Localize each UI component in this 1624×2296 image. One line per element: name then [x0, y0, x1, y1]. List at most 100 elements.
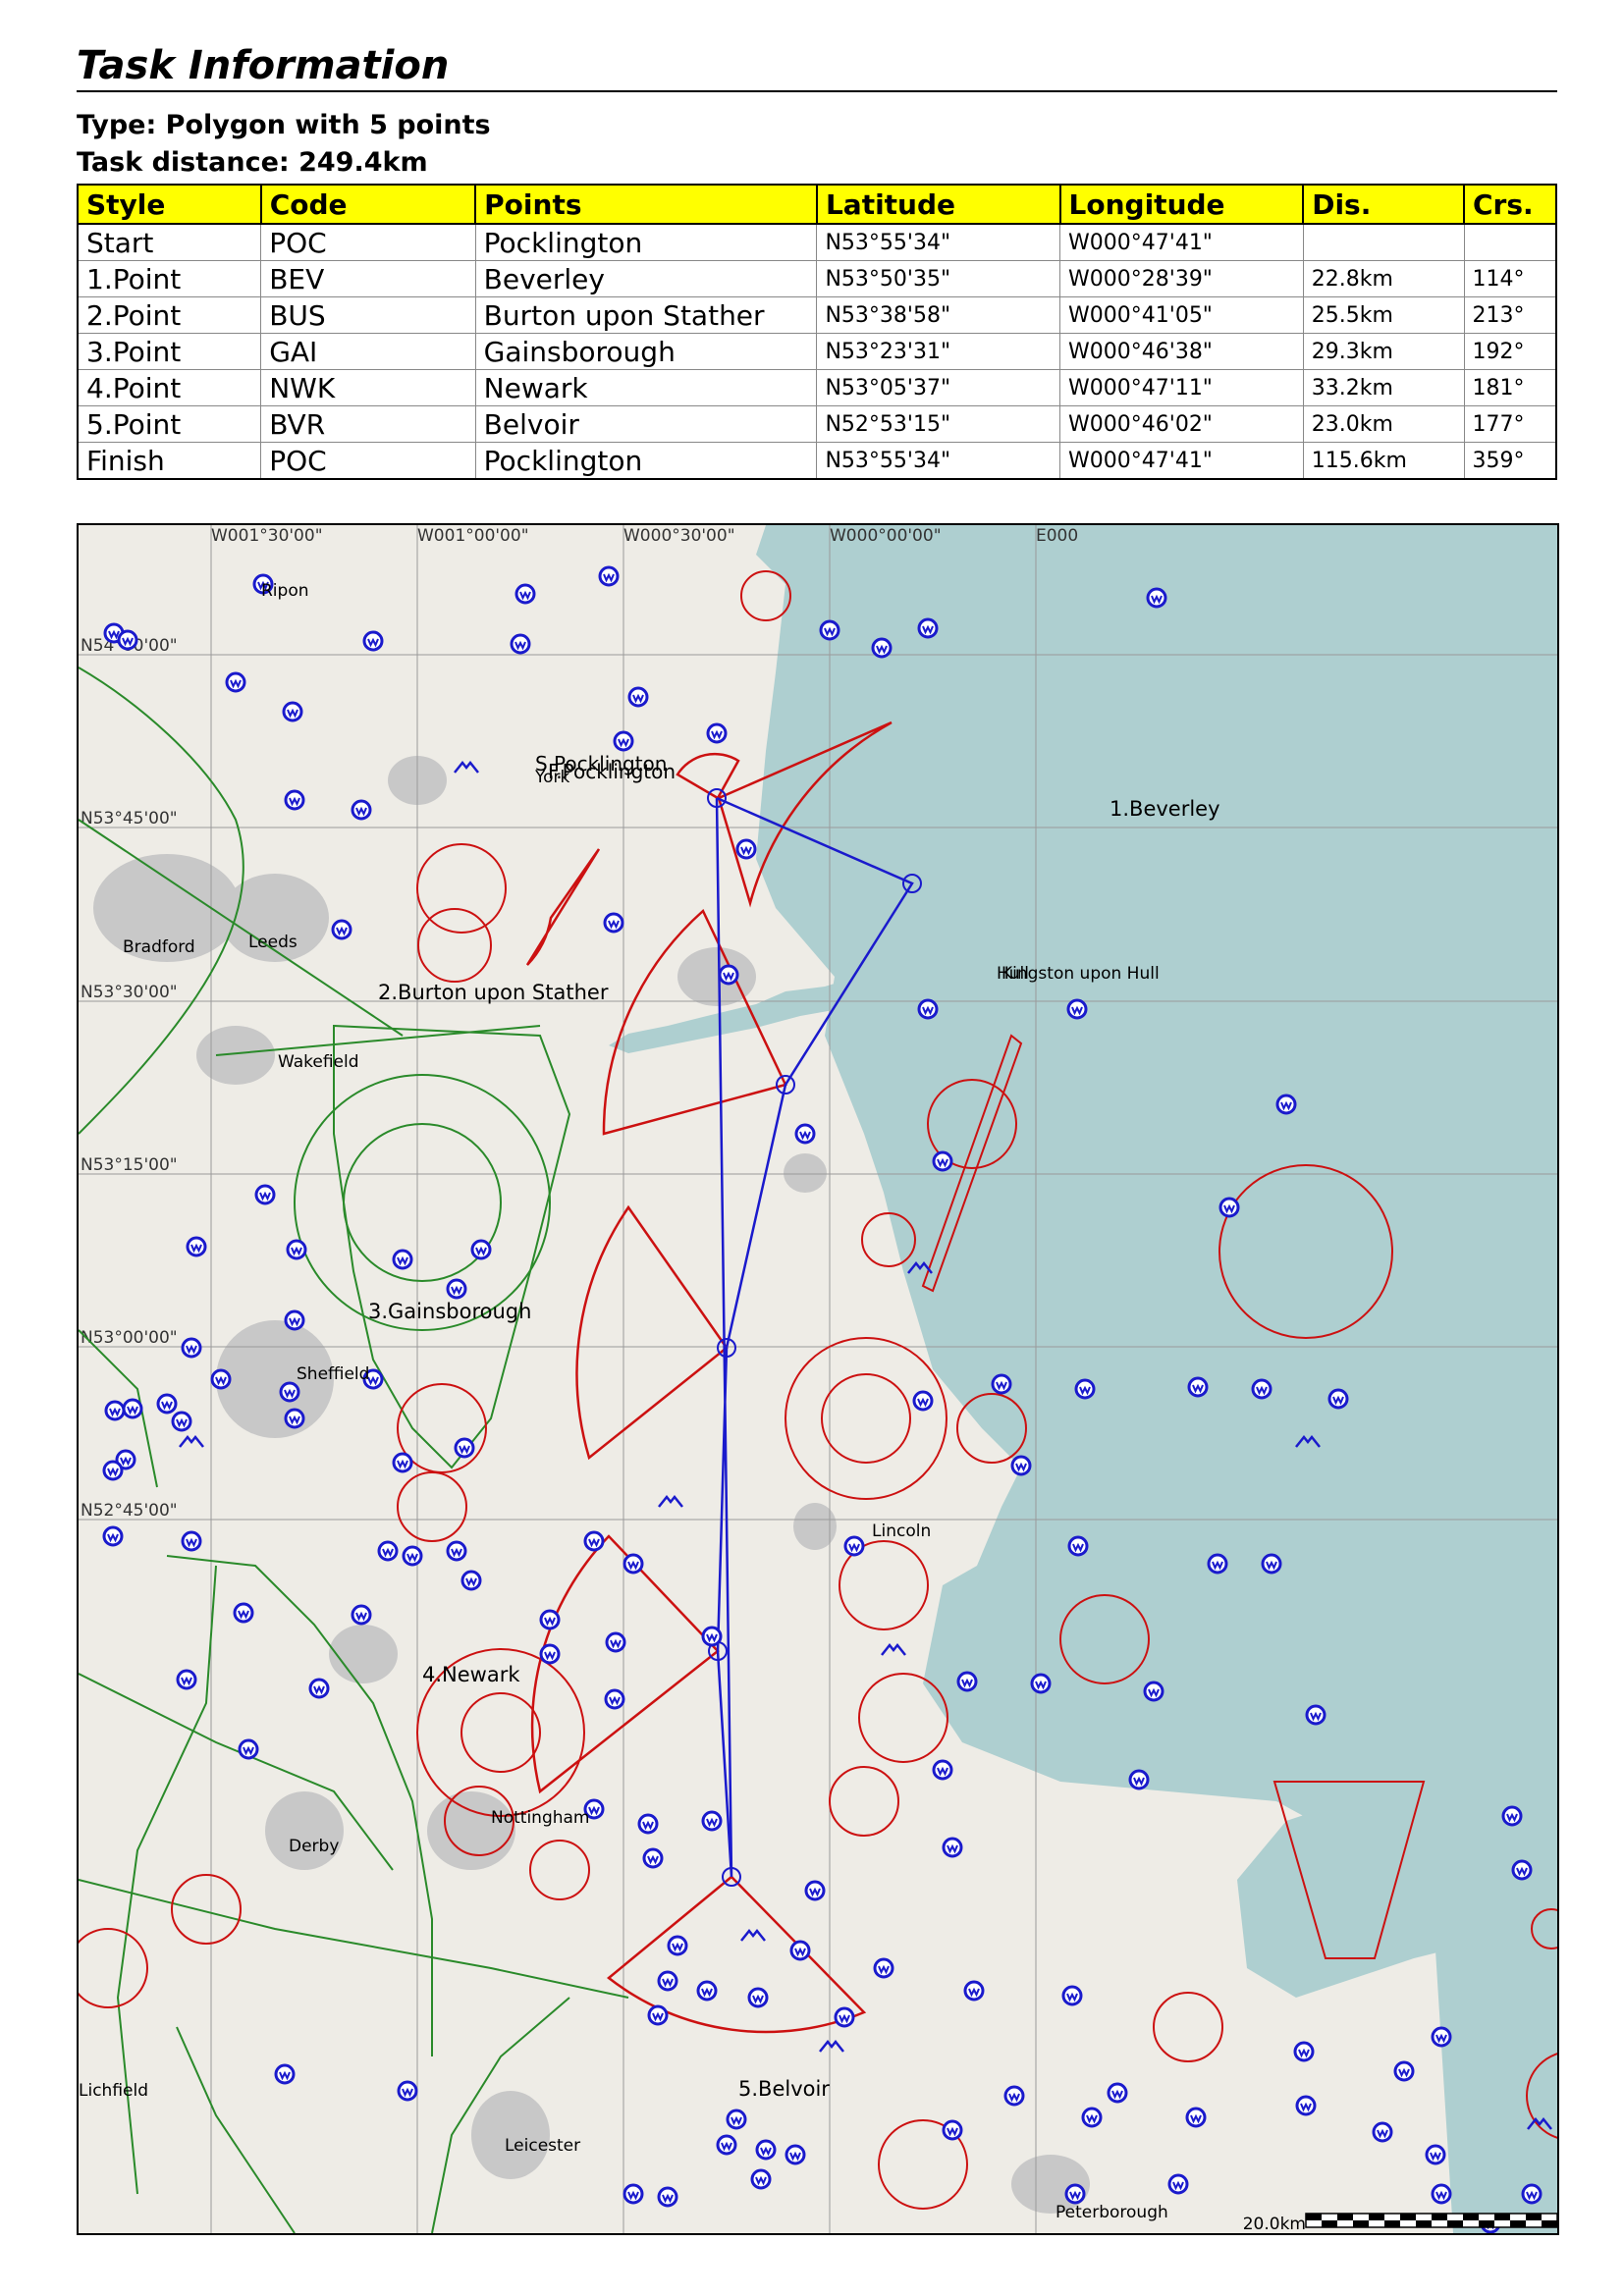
- title-divider: [77, 90, 1557, 92]
- airfield-icon: [331, 919, 352, 940]
- task-distance: Task distance: 249.4km: [77, 147, 428, 178]
- airfield-icon: [176, 1669, 197, 1690]
- airfield-icon: [1128, 1769, 1150, 1790]
- airfield-icon: [156, 1393, 178, 1415]
- airfield-icon: [819, 619, 840, 641]
- table-row: 3.Point GAI Gainsborough N53°23'31" W000…: [77, 333, 1557, 370]
- airfield-icon: [377, 1540, 399, 1562]
- scale-bar-segment: [1447, 2220, 1463, 2227]
- airfield-icon: [718, 964, 739, 986]
- airfield-icon: [716, 2134, 737, 2156]
- scale-bar-segment: [1479, 2220, 1494, 2227]
- airfield-icon: [623, 1553, 644, 1575]
- airfield-icon: [750, 2168, 772, 2190]
- airfield-icon: [510, 633, 531, 655]
- airfield-icon: [351, 799, 372, 821]
- airfield-icon: [726, 2109, 747, 2130]
- lon-label: W001°30'00": [211, 526, 323, 546]
- airfield-icon: [117, 629, 138, 651]
- airfield-icon: [284, 1408, 305, 1429]
- airfield-icon: [956, 1671, 978, 1692]
- airfield-icon: [286, 1239, 307, 1260]
- place-label: Derby: [289, 1837, 339, 1856]
- airfield-icon: [181, 1337, 202, 1359]
- cell-longitude: W000°47'41": [1059, 223, 1304, 261]
- scale-bar-segment: [1400, 2214, 1416, 2220]
- airfield-icon: [1146, 587, 1167, 609]
- cell-point: Burton upon Stather: [474, 296, 818, 334]
- airfield-icon: [963, 1980, 985, 2002]
- airfield-icon: [1305, 1704, 1326, 1726]
- lat-label: N53°00'00": [81, 1328, 178, 1348]
- airfield-icon: [186, 1236, 207, 1257]
- scale-bar-segment: [1306, 2214, 1322, 2220]
- cell-latitude: N53°38'58": [816, 296, 1061, 334]
- col-style: Style: [77, 184, 262, 225]
- airfield-icon: [284, 789, 305, 811]
- cell-longitude: W000°47'11": [1059, 369, 1304, 406]
- airfield-icon: [238, 1738, 259, 1760]
- airfield-icon: [308, 1678, 330, 1699]
- cell-longitude: W000°47'41": [1059, 442, 1304, 480]
- place-label: Ripon: [261, 581, 309, 601]
- airfield-icon: [912, 1390, 934, 1412]
- airfield-icon: [102, 1460, 124, 1481]
- urban-area: [784, 1153, 827, 1193]
- airfield-icon: [1061, 1985, 1083, 2006]
- airfield-icon: [1431, 2183, 1452, 2205]
- lon-label: W000°30'00": [623, 526, 735, 546]
- scale-bar-segment: [1337, 2214, 1353, 2220]
- airfield-icon: [1261, 1553, 1282, 1575]
- page-title: Task Information: [77, 43, 450, 88]
- cell-style: 4.Point: [77, 369, 262, 406]
- airfield-icon: [470, 1239, 492, 1260]
- airfield-icon: [454, 1437, 475, 1459]
- airfield-icon: [1143, 1681, 1164, 1702]
- airfield-icon: [351, 1604, 372, 1626]
- airfield-icon: [397, 2080, 418, 2102]
- col-distance: Dis.: [1302, 184, 1465, 225]
- cell-code: NWK: [260, 369, 476, 406]
- cell-point: Belvoir: [474, 405, 818, 443]
- turnpoint-label: 4.Newark: [422, 1663, 520, 1686]
- cell-code: POC: [260, 442, 476, 480]
- col-course: Crs.: [1463, 184, 1557, 225]
- airfield-icon: [539, 1643, 561, 1665]
- airfield-icon: [794, 1123, 816, 1145]
- airfield-icon: [657, 1970, 678, 1992]
- urban-area: [427, 1791, 515, 1870]
- airfield-icon: [834, 2006, 855, 2028]
- airfield-icon: [362, 630, 384, 652]
- scale-bar-segment: [1510, 2220, 1526, 2227]
- airfield-icon: [1501, 1805, 1523, 1827]
- airfield-icon: [991, 1373, 1012, 1395]
- col-code: Code: [259, 184, 477, 225]
- airfield-icon: [284, 1309, 305, 1331]
- cell-course: 359°: [1463, 442, 1557, 480]
- airfield-icon: [603, 912, 624, 934]
- urban-area: [196, 1026, 275, 1085]
- map-canvas[interactable]: W001°30'00" W001°00'00" W000°30'00" W000…: [79, 525, 1557, 2233]
- lat-label: N53°15'00": [81, 1155, 178, 1175]
- lat-label: N53°30'00": [81, 983, 178, 1002]
- place-label: Leeds: [248, 933, 298, 952]
- cell-code: BEV: [260, 260, 476, 297]
- urban-area: [265, 1791, 344, 1870]
- cell-distance: 115.6km: [1302, 442, 1465, 480]
- task-map[interactable]: W001°30'00" W001°00'00" W000°30'00" W000…: [77, 523, 1559, 2235]
- airfield-icon: [279, 1381, 300, 1403]
- place-label: Hull: [997, 964, 1029, 984]
- cell-point: Pocklington: [474, 442, 818, 480]
- cell-course: 192°: [1463, 333, 1557, 370]
- airfield-icon: [1107, 2082, 1128, 2104]
- airfield-icon: [1275, 1094, 1297, 1115]
- table-row: Start POC Pocklington N53°55'34" W000°47…: [77, 223, 1557, 261]
- airfield-icon: [647, 2004, 669, 2026]
- airfield-icon: [1521, 2183, 1543, 2205]
- cell-style: Finish: [77, 442, 262, 480]
- airfield-icon: [282, 701, 303, 722]
- airfield-icon: [102, 1525, 124, 1547]
- airfield-icon: [254, 1184, 276, 1205]
- place-label: Wakefield: [278, 1052, 359, 1072]
- airfield-icon: [706, 722, 728, 744]
